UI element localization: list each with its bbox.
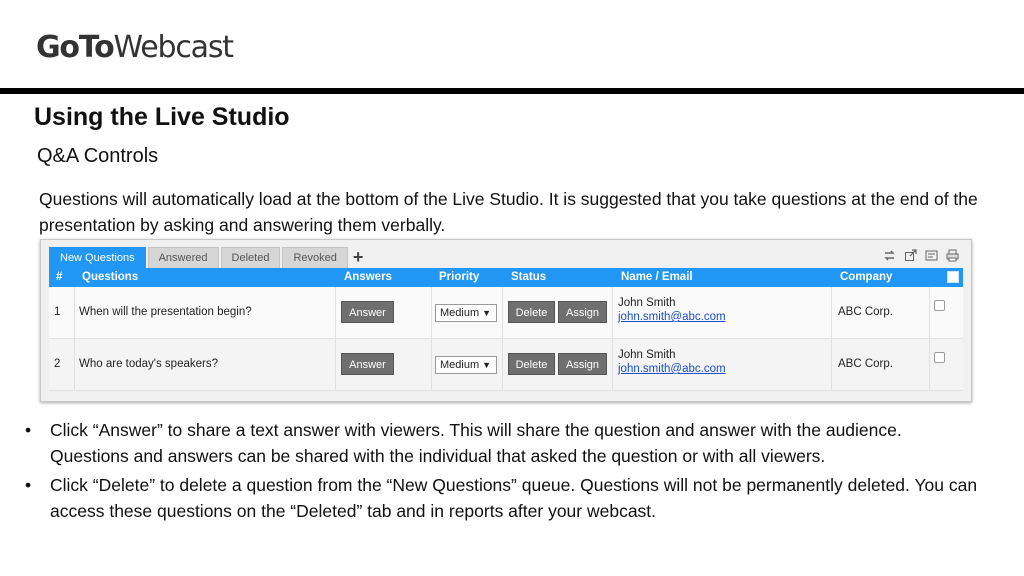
- questions-grid: # Questions Answers Priority Status Name…: [49, 268, 963, 391]
- asker-company: ABC Corp.: [838, 358, 893, 370]
- row-checkbox[interactable]: [934, 300, 945, 311]
- logo-goto: GoTo: [36, 30, 115, 65]
- priority-select[interactable]: Medium ▼: [435, 304, 497, 322]
- qa-tab-bar: New Questions Answered Deleted Revoked +: [49, 247, 363, 268]
- priority-select[interactable]: Medium ▼: [435, 356, 497, 374]
- instruction-bullets: • Click “Answer” to share a text answer …: [25, 418, 985, 528]
- col-company: Company: [840, 271, 893, 283]
- col-priority: Priority: [439, 271, 480, 283]
- row-number: 2: [54, 358, 61, 370]
- col-answers: Answers: [344, 271, 392, 283]
- asker-email-link[interactable]: john.smith@abc.com: [618, 363, 726, 375]
- chevron-down-icon: ▼: [482, 360, 491, 370]
- add-tab-plus-icon[interactable]: +: [353, 247, 364, 268]
- slide-subtitle: Q&A Controls: [37, 145, 159, 167]
- col-num: #: [56, 271, 63, 283]
- tab-new-questions[interactable]: New Questions: [49, 247, 146, 268]
- bullet-marker: •: [25, 420, 32, 440]
- asker-email-link[interactable]: john.smith@abc.com: [618, 311, 726, 323]
- priority-value: Medium: [440, 307, 480, 319]
- popout-icon[interactable]: [904, 249, 917, 262]
- bullet-answer-text: Click “Answer” to share a text answer wi…: [50, 420, 902, 466]
- delete-button[interactable]: Delete: [508, 301, 555, 323]
- bullet-delete: • Click “Delete” to delete a question fr…: [25, 473, 985, 524]
- export-icon[interactable]: [925, 249, 938, 262]
- answer-button[interactable]: Answer: [341, 301, 394, 323]
- table-row: 1 When will the presentation begin? Answ…: [49, 287, 963, 339]
- assign-button[interactable]: Assign: [558, 353, 607, 375]
- question-text: When will the presentation begin?: [79, 306, 252, 318]
- row-number: 1: [54, 306, 61, 318]
- intro-text: Questions will automatically load at the…: [39, 189, 978, 235]
- gotowebcast-logo: GoTo Webcast: [36, 30, 234, 66]
- asker-name: John Smith: [618, 349, 676, 361]
- header-divider: [0, 88, 1024, 94]
- col-questions: Questions: [82, 271, 139, 283]
- grid-header: # Questions Answers Priority Status Name…: [49, 268, 963, 287]
- logo-webcast: Webcast: [113, 30, 234, 65]
- delete-button[interactable]: Delete: [508, 353, 555, 375]
- tab-deleted[interactable]: Deleted: [220, 247, 281, 268]
- live-studio-qa-panel: New Questions Answered Deleted Revoked +…: [40, 239, 972, 402]
- asker-company: ABC Corp.: [838, 306, 893, 318]
- tab-revoked[interactable]: Revoked: [282, 247, 348, 268]
- print-icon[interactable]: [946, 249, 959, 262]
- tab-answered[interactable]: Answered: [147, 247, 219, 268]
- row-checkbox[interactable]: [934, 352, 945, 363]
- slide-title: Using the Live Studio: [34, 103, 290, 131]
- swap-icon[interactable]: [883, 249, 896, 262]
- bullet-answer: • Click “Answer” to share a text answer …: [25, 418, 985, 469]
- col-name-email: Name / Email: [621, 271, 693, 283]
- question-text: Who are today's speakers?: [79, 358, 218, 370]
- answer-button[interactable]: Answer: [341, 353, 394, 375]
- chevron-down-icon: ▼: [482, 308, 491, 318]
- panel-toolbar: [883, 249, 959, 262]
- priority-value: Medium: [440, 359, 480, 371]
- bullet-marker: •: [25, 475, 32, 495]
- bullet-delete-text: Click “Delete” to delete a question from…: [50, 475, 978, 521]
- assign-button[interactable]: Assign: [558, 301, 607, 323]
- select-all-checkbox[interactable]: [947, 271, 959, 283]
- col-status: Status: [511, 271, 547, 283]
- asker-name: John Smith: [618, 297, 676, 309]
- table-row: 2 Who are today's speakers? Answer Mediu…: [49, 339, 963, 391]
